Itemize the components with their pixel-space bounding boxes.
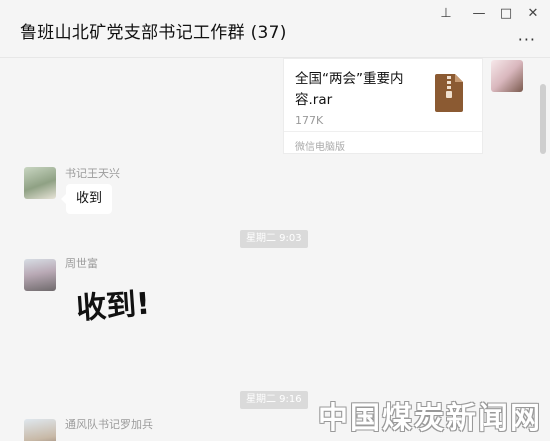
chat-title: 鲁班山北矿党支部书记工作群 (37) [20,23,287,43]
file-size: 177K [295,114,324,127]
sender-name: 通风队书记罗加兵 [65,418,153,431]
file-message-card[interactable]: 全国“两会”重要内容.rar 177K 微信电脑版 [283,58,483,154]
my-avatar[interactable] [491,60,523,92]
close-button[interactable]: ✕ [522,4,544,22]
message-list[interactable]: 全国“两会”重要内容.rar 177K 微信电脑版 书记王天兴 收到 星期二 9… [0,58,550,441]
avatar[interactable] [24,419,56,441]
file-name: 全国“两会”重要内容.rar [295,71,404,108]
maximize-button[interactable]: □ [495,4,517,22]
sticker-message[interactable]: 收到! [74,280,154,326]
scrollbar[interactable] [540,84,546,154]
avatar[interactable] [24,167,56,199]
file-source-label: 微信电脑版 [284,131,482,154]
chat-window: 鲁班山北矿党支部书记工作群 (37) ⊥ — □ ✕ ··· 全国“两会”重要内… [0,0,550,441]
avatar[interactable] [24,259,56,291]
sender-name: 书记王天兴 [65,167,120,180]
svg-text:收到!: 收到! [75,287,151,326]
sender-name: 周世富 [65,257,98,270]
minimize-button[interactable]: — [468,4,490,22]
timestamp: 星期二 9:16 [240,391,308,409]
zip-file-icon [435,74,463,112]
message-bubble[interactable]: 收到 [60,184,113,214]
more-options-icon[interactable]: ··· [518,30,536,49]
title-bar: 鲁班山北矿党支部书记工作群 (37) ⊥ — □ ✕ ··· [0,0,550,58]
timestamp: 星期二 9:03 [240,230,308,248]
pin-icon[interactable]: ⊥ [435,4,457,22]
watermark: 中国煤炭新闻网 [318,401,542,436]
